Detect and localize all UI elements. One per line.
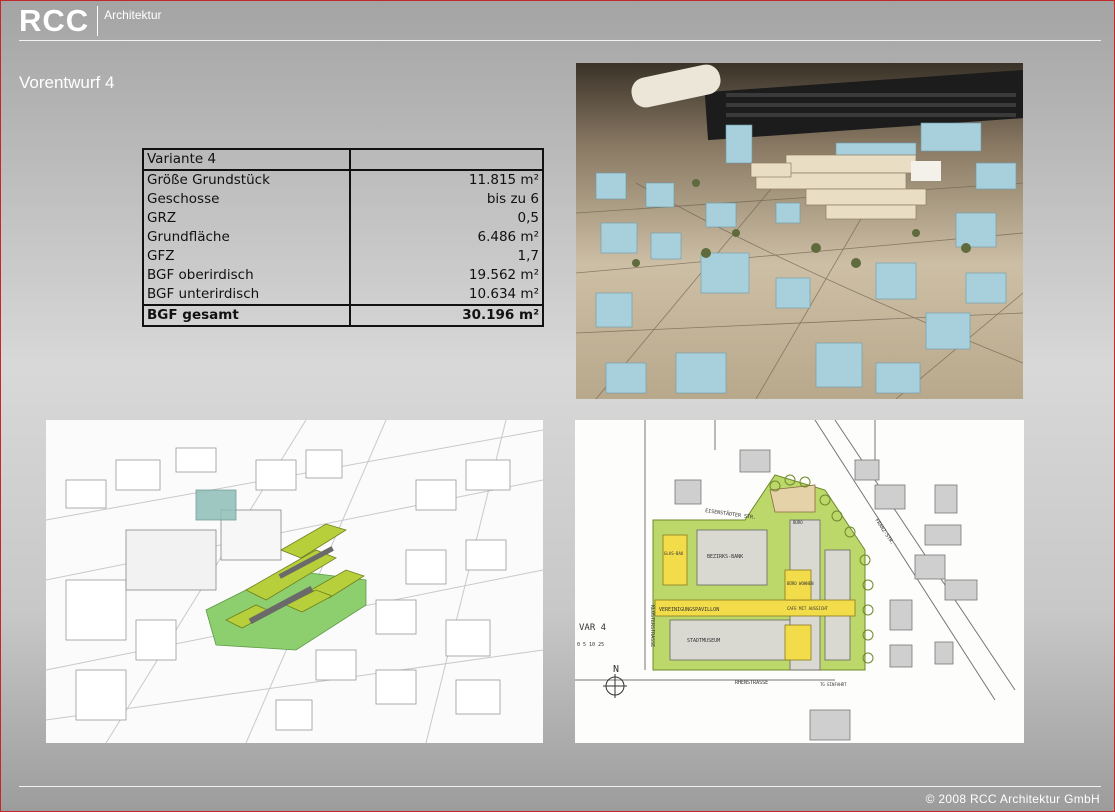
sketch-label-var: VAR 4 xyxy=(579,623,606,633)
table-row: GRZ 0,5 xyxy=(143,209,543,228)
footer-divider xyxy=(19,786,1101,787)
sketch-label-scale: 0 5 10 25 xyxy=(577,642,604,648)
row-label: Geschosse xyxy=(143,190,351,209)
data-table: Variante 4 Größe Grundstück 11.815 m² Ge… xyxy=(142,148,544,327)
table-header-row: Variante 4 xyxy=(143,149,543,171)
logo: RCC Architektur xyxy=(19,4,162,38)
site-plan-sketch: VAR 4 N 0 5 10 25 EISENSTÄDTER STR. FRAN… xyxy=(575,420,1024,743)
footer-copyright: © 2008 RCC Architektur GmbH xyxy=(925,792,1100,806)
row-label: Grundfläche xyxy=(143,228,351,247)
sketch-label-bank: BEZIRKS-BANK xyxy=(707,554,743,560)
table-header-value xyxy=(350,149,543,171)
logo-subtitle: Architektur xyxy=(104,8,162,22)
table-row: Größe Grundstück 11.815 m² xyxy=(143,170,543,190)
table-row: Grundfläche 6.486 m² xyxy=(143,228,543,247)
table-row: BGF oberirdisch 19.562 m² xyxy=(143,266,543,285)
model-photo xyxy=(576,63,1023,399)
table-row: Geschosse bis zu 6 xyxy=(143,190,543,209)
sketch-label-street-bottom: RHENSTRASSE xyxy=(735,680,768,686)
table-row: GFZ 1,7 xyxy=(143,247,543,266)
table-row: BGF unterirdisch 10.634 m² xyxy=(143,285,543,305)
sketch-label-street-left: KLOSTERSTRASSE xyxy=(649,605,655,647)
site-plan-illustration: VAR 4 N 0 5 10 25 EISENSTÄDTER STR. FRAN… xyxy=(575,420,1024,743)
row-label: GRZ xyxy=(143,209,351,228)
massing-render xyxy=(46,420,543,743)
row-label: BGF oberirdisch xyxy=(143,266,351,285)
sketch-label-wohnen: BÜRO WOHNEN xyxy=(787,581,814,586)
sketch-label-tg: TG EINFAHRT xyxy=(820,682,847,687)
header-divider xyxy=(19,40,1101,41)
sketch-label-pavilion: VEREINIGUNGSPAVILLON xyxy=(659,607,719,613)
row-value: 6.486 m² xyxy=(477,229,539,245)
logo-mark: RCC xyxy=(19,3,90,38)
logo-separator xyxy=(97,6,99,36)
row-value: 1,7 xyxy=(517,248,539,264)
row-value: 11.815 m² xyxy=(468,172,539,188)
row-label: BGF unterirdisch xyxy=(143,285,351,305)
total-value: 30.196 m² xyxy=(350,304,543,326)
total-label: BGF gesamt xyxy=(143,304,351,326)
sketch-label-north: N xyxy=(613,664,619,675)
sketch-label-bau: GLAS-BAU xyxy=(664,551,684,556)
sketch-label-buro: BÜRO xyxy=(793,520,803,525)
row-label: GFZ xyxy=(143,247,351,266)
row-value: 19.562 m² xyxy=(468,267,539,283)
row-value: 0,5 xyxy=(517,210,539,226)
row-label: Größe Grundstück xyxy=(143,170,351,190)
table-total-row: BGF gesamt 30.196 m² xyxy=(143,304,543,326)
model-photo-illustration xyxy=(576,63,1023,399)
massing-render-illustration xyxy=(46,420,543,743)
page-title: Vorentwurf 4 xyxy=(19,73,115,92)
sketch-label-cafe: CAFE MIT AUSSICHT xyxy=(787,606,829,611)
sketch-label-museum: STADTMUSEUM xyxy=(687,638,720,644)
table-header-label: Variante 4 xyxy=(143,149,351,171)
row-value: 10.634 m² xyxy=(468,286,539,302)
row-value: bis zu 6 xyxy=(486,191,539,207)
